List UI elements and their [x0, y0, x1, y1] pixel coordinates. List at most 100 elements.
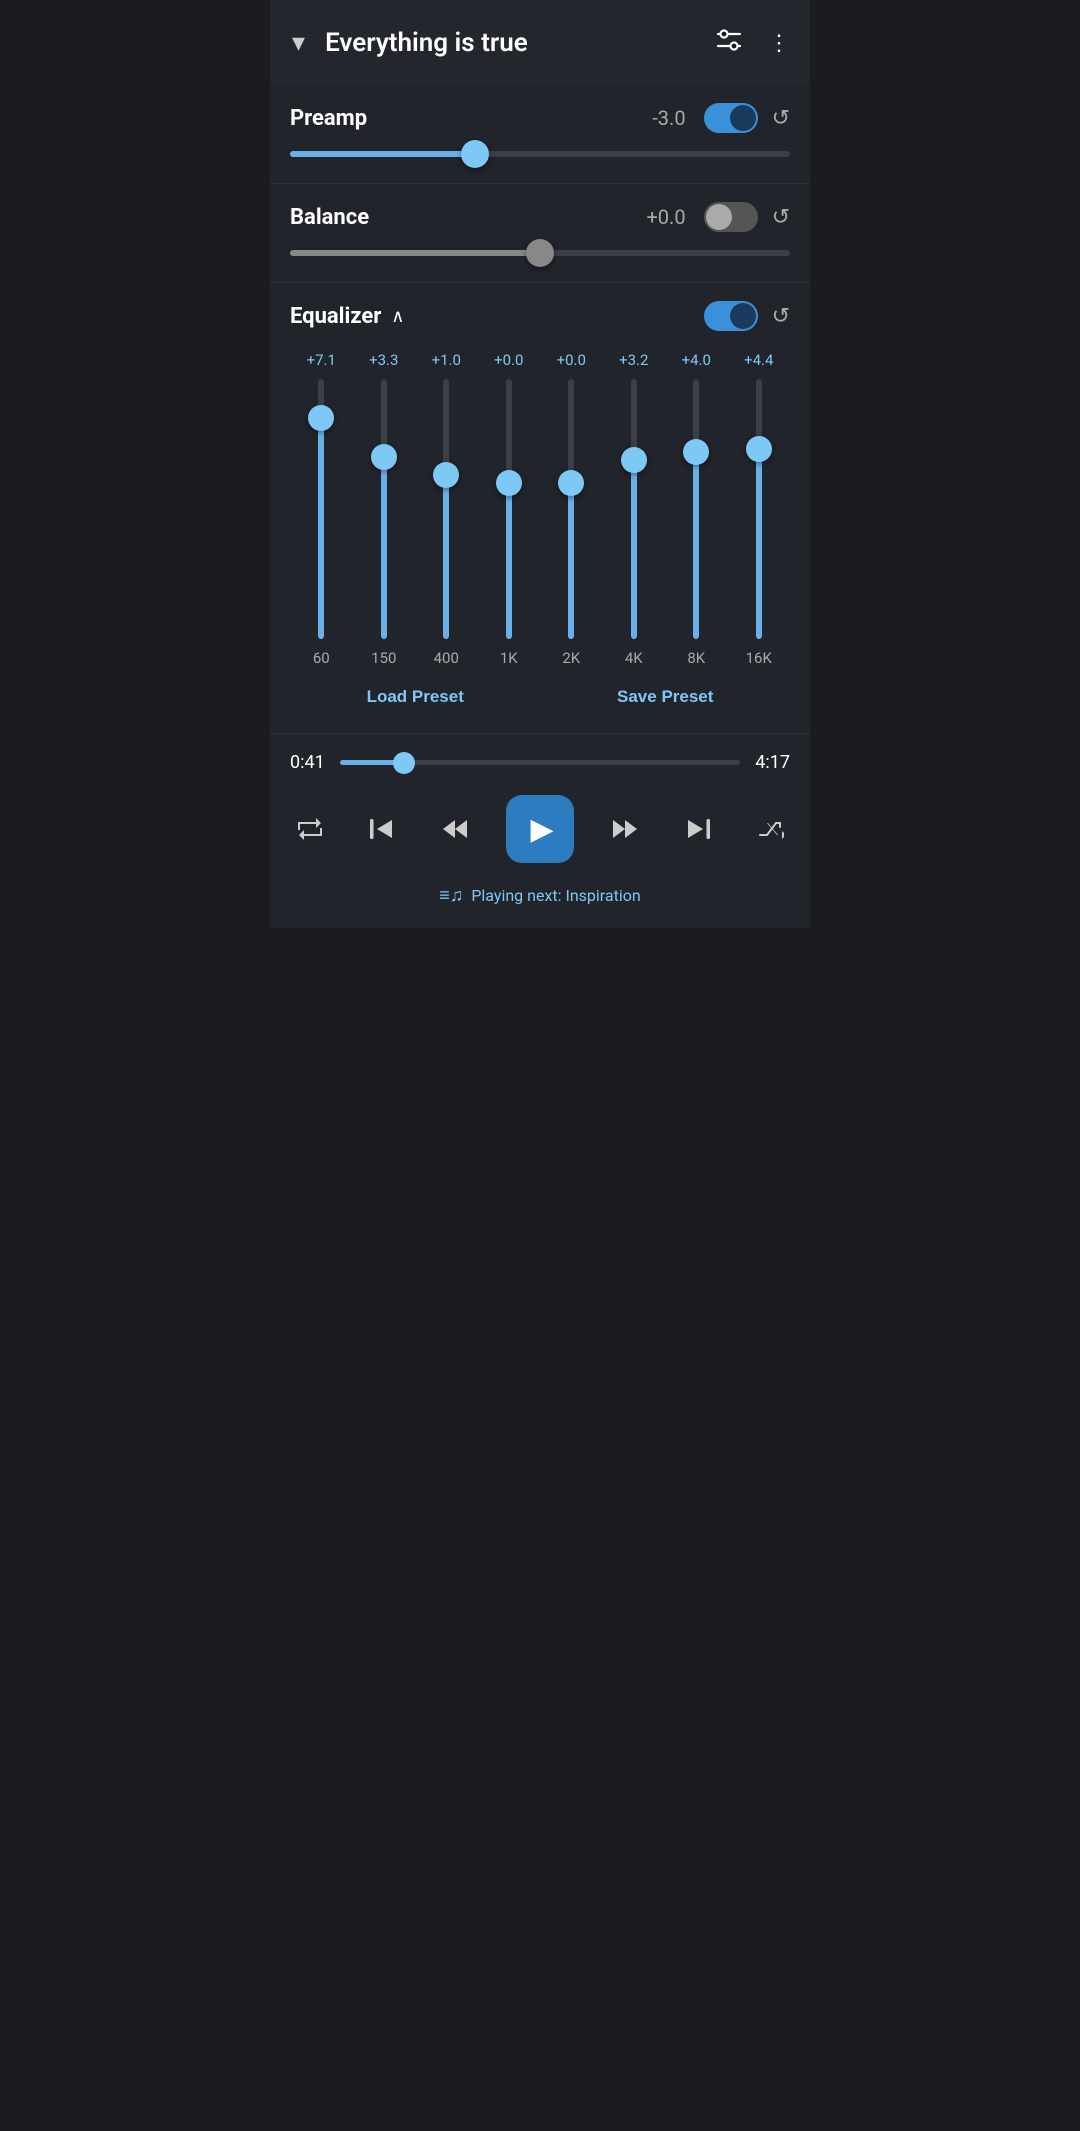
prev-track-button[interactable] — [362, 810, 402, 848]
eq-band-fill-1 — [381, 465, 387, 639]
progress-row: 0:41 4:17 — [290, 752, 790, 773]
player-section: 0:41 4:17 — [270, 734, 810, 928]
eq-band-thumb-4[interactable] — [558, 470, 584, 496]
eq-band-fill-2 — [443, 483, 449, 639]
eq-band-freq-2: 400 — [420, 649, 472, 667]
eq-header: Equalizer ∧ ↺ — [290, 301, 790, 331]
fast-forward-button[interactable] — [606, 810, 646, 848]
eq-band-track-5[interactable] — [631, 379, 637, 639]
preamp-reset-icon[interactable]: ↺ — [772, 105, 790, 131]
eq-reset-icon[interactable]: ↺ — [772, 303, 790, 329]
eq-band-track-4[interactable] — [568, 379, 574, 639]
eq-band-val-6: +4.0 — [670, 351, 722, 369]
eq-band-thumb-3[interactable] — [496, 470, 522, 496]
preset-row: Load Preset Save Preset — [290, 681, 790, 713]
eq-toggle[interactable] — [704, 301, 758, 331]
queue-music-icon: ≡♫ — [439, 885, 463, 906]
balance-slider-thumb[interactable] — [526, 239, 554, 267]
eq-band-fill-7 — [756, 457, 762, 639]
eq-band-freq-4: 2K — [545, 649, 597, 667]
eq-band-val-7: +4.4 — [733, 351, 785, 369]
eq-band-4 — [545, 379, 597, 639]
settings-sliders-icon[interactable] — [712, 25, 746, 61]
controls-row: ▶ — [290, 795, 790, 863]
header-icons: ⋮ — [712, 25, 794, 61]
eq-band-val-0: +7.1 — [295, 351, 347, 369]
eq-band-7 — [733, 379, 785, 639]
next-track-button[interactable] — [678, 810, 718, 848]
play-icon: ▶ — [530, 812, 553, 847]
now-playing: ≡♫ Playing next: Inspiration — [290, 881, 790, 914]
balance-section: Balance +0.0 ↺ — [270, 184, 810, 283]
eq-bands-sliders — [290, 379, 790, 639]
eq-band-track-0[interactable] — [318, 379, 324, 639]
preamp-section: Preamp -3.0 ↺ — [270, 85, 810, 184]
eq-band-freq-0: 60 — [295, 649, 347, 667]
current-time: 0:41 — [290, 752, 328, 773]
preamp-label: Preamp — [290, 106, 652, 131]
equalizer-section: Equalizer ∧ ↺ +7.1 +3.3 +1.0 +0.0 +0.0 +… — [270, 283, 810, 734]
eq-band-freq-5: 4K — [608, 649, 660, 667]
eq-band-fill-6 — [693, 460, 699, 639]
eq-band-fill-3 — [506, 491, 512, 639]
now-playing-text: Playing next: Inspiration — [471, 886, 640, 905]
eq-band-freq-1: 150 — [358, 649, 410, 667]
eq-band-track-7[interactable] — [756, 379, 762, 639]
eq-band-thumb-5[interactable] — [621, 447, 647, 473]
eq-band-val-4: +0.0 — [545, 351, 597, 369]
eq-band-thumb-7[interactable] — [746, 436, 772, 462]
eq-band-thumb-0[interactable] — [308, 405, 334, 431]
eq-band-thumb-2[interactable] — [433, 462, 459, 488]
eq-band-freq-7: 16K — [733, 649, 785, 667]
eq-band-val-2: +1.0 — [420, 351, 472, 369]
eq-band-labels: 601504001K2K4K8K16K — [290, 649, 790, 667]
eq-band-track-3[interactable] — [506, 379, 512, 639]
progress-thumb[interactable] — [393, 752, 415, 774]
load-preset-button[interactable]: Load Preset — [351, 681, 480, 713]
rewind-button[interactable] — [434, 810, 474, 848]
page-title: Everything is true — [325, 28, 712, 58]
chevron-down-icon[interactable]: ▾ — [286, 21, 311, 64]
preamp-toggle-knob — [730, 105, 756, 131]
total-time: 4:17 — [752, 752, 790, 773]
preamp-toggle[interactable] — [704, 103, 758, 133]
eq-band-val-5: +3.2 — [608, 351, 660, 369]
balance-reset-icon[interactable]: ↺ — [772, 204, 790, 230]
preamp-slider-fill — [290, 151, 475, 157]
eq-band-val-3: +0.0 — [483, 351, 535, 369]
eq-collapse-icon[interactable]: ∧ — [391, 306, 404, 327]
eq-band-fill-4 — [568, 491, 574, 639]
eq-band-5 — [608, 379, 660, 639]
eq-band-track-2[interactable] — [443, 379, 449, 639]
eq-toggle-knob — [730, 303, 756, 329]
eq-band-values: +7.1 +3.3 +1.0 +0.0 +0.0 +3.2 +4.0 +4.4 — [290, 351, 790, 369]
repeat-button[interactable] — [290, 811, 330, 847]
eq-band-val-1: +3.3 — [358, 351, 410, 369]
eq-band-6 — [670, 379, 722, 639]
eq-label: Equalizer — [290, 304, 381, 329]
eq-band-track-1[interactable] — [381, 379, 387, 639]
more-vert-icon[interactable]: ⋮ — [764, 26, 794, 60]
play-button[interactable]: ▶ — [506, 795, 574, 863]
preamp-slider-thumb[interactable] — [461, 140, 489, 168]
eq-band-2 — [420, 379, 472, 639]
preamp-value: -3.0 — [652, 106, 685, 130]
balance-toggle[interactable] — [704, 202, 758, 232]
balance-slider-fill — [290, 250, 540, 256]
shuffle-button[interactable] — [750, 811, 790, 847]
preamp-slider[interactable] — [290, 151, 790, 157]
balance-slider[interactable] — [290, 250, 790, 256]
eq-band-thumb-1[interactable] — [371, 444, 397, 470]
progress-bar[interactable] — [340, 760, 740, 765]
eq-band-0 — [295, 379, 347, 639]
eq-band-freq-3: 1K — [483, 649, 535, 667]
balance-label: Balance — [290, 205, 646, 230]
eq-band-3 — [483, 379, 535, 639]
eq-band-thumb-6[interactable] — [683, 439, 709, 465]
eq-band-fill-0 — [318, 426, 324, 639]
eq-band-track-6[interactable] — [693, 379, 699, 639]
balance-value: +0.0 — [646, 205, 685, 229]
eq-band-fill-5 — [631, 467, 637, 639]
save-preset-button[interactable]: Save Preset — [601, 681, 729, 713]
balance-toggle-knob — [706, 204, 732, 230]
